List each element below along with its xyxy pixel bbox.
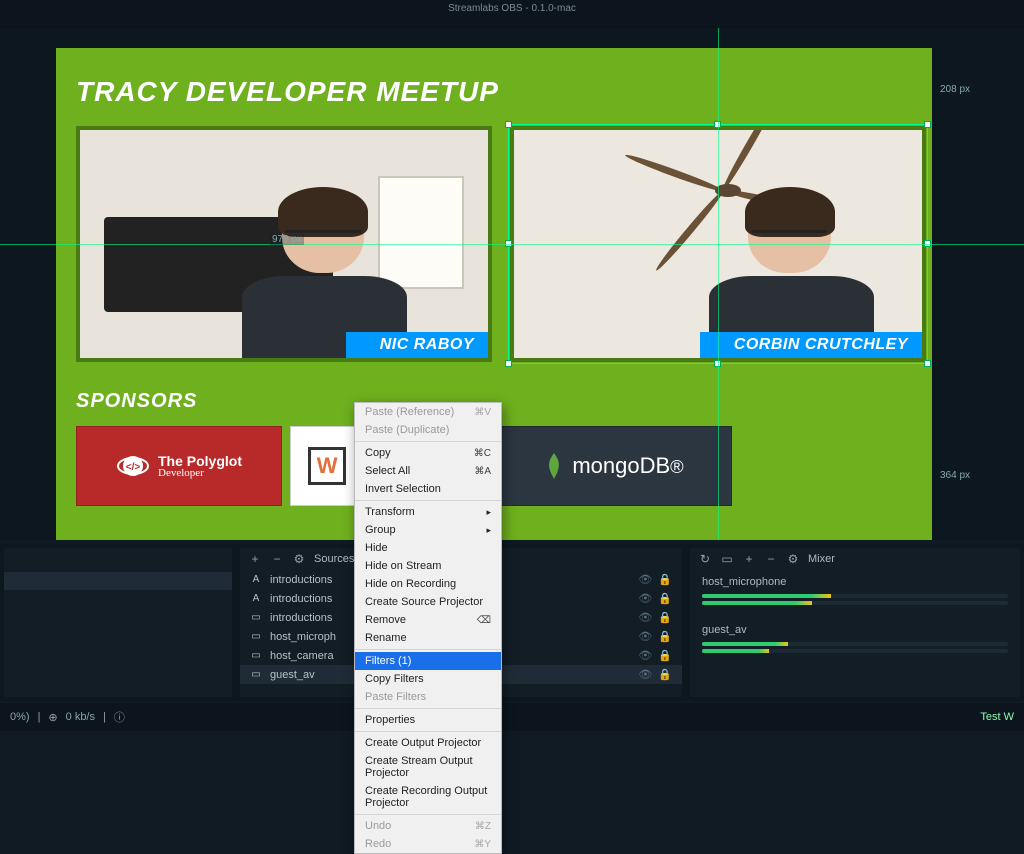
menu-item[interactable]: Group xyxy=(355,521,501,539)
menu-item[interactable]: Rename xyxy=(355,629,501,647)
lock-icon[interactable]: 🔒 xyxy=(658,649,672,662)
visibility-icon[interactable]: 👁 xyxy=(638,630,652,643)
sponsors-heading: SPONSORS xyxy=(76,390,197,413)
menu-item[interactable]: Properties xyxy=(355,711,501,729)
settings-icon[interactable]: ⚙ xyxy=(786,552,800,566)
visibility-icon[interactable]: 👁 xyxy=(638,611,652,624)
menu-item[interactable]: Transform xyxy=(355,503,501,521)
audio-meter xyxy=(702,594,1008,598)
menu-separator xyxy=(355,500,501,501)
name-tag-host: NIC RABOY xyxy=(346,332,488,358)
window-title: Streamlabs OBS - 0.1.0-mac xyxy=(0,0,1024,18)
panel-title: Mixer xyxy=(808,553,835,565)
menu-item: Paste Filters xyxy=(355,688,501,706)
visibility-icon[interactable]: 👁 xyxy=(638,649,652,662)
menu-item[interactable]: Hide on Recording xyxy=(355,575,501,593)
preview-area[interactable]: TRACY DEVELOPER MEETUP NIC RABOY xyxy=(0,28,1024,540)
menu-item: Paste (Reference)⌘V xyxy=(355,403,501,421)
audio-meter xyxy=(702,649,1008,653)
add-button[interactable]: + xyxy=(742,552,756,566)
mixer-track[interactable]: host_microphone xyxy=(690,570,1020,618)
menu-item: Paste (Duplicate) xyxy=(355,421,501,439)
menu-item[interactable]: Invert Selection xyxy=(355,480,501,498)
status-bar: 0%) | ⊕ 0 kb/s | ⓘ Test W xyxy=(0,703,1024,731)
scene-row[interactable] xyxy=(4,572,232,590)
menu-item[interactable]: Copy Filters xyxy=(355,670,501,688)
menu-item[interactable]: Copy⌘C xyxy=(355,444,501,462)
mixer-panel[interactable]: ↻ ▭ + − ⚙ Mixer host_microphone guest_av xyxy=(690,548,1020,697)
panel-title: Sources xyxy=(314,553,354,565)
lock-icon[interactable]: 🔒 xyxy=(658,592,672,605)
menu-separator xyxy=(355,814,501,815)
dimension-label: 208 px xyxy=(938,84,972,95)
status-percent: 0%) xyxy=(10,711,30,723)
mixer-toolbar: ↻ ▭ + − ⚙ Mixer xyxy=(690,548,1020,570)
menu-item[interactable]: Remove⌫ xyxy=(355,611,501,629)
lock-icon[interactable]: 🔒 xyxy=(658,611,672,624)
menu-item[interactable]: Filters (1) xyxy=(355,652,501,670)
lock-icon[interactable]: 🔒 xyxy=(658,573,672,586)
menu-item: Redo⌘Y xyxy=(355,835,501,853)
cycle-icon[interactable]: ↻ xyxy=(698,552,712,566)
menu-item[interactable]: Hide on Stream xyxy=(355,557,501,575)
source-type-icon: ▭ xyxy=(250,631,262,642)
menu-separator xyxy=(355,731,501,732)
visibility-icon[interactable]: 👁 xyxy=(638,592,652,605)
menu-item[interactable]: Create Recording Output Projector xyxy=(355,782,501,812)
audio-meter xyxy=(702,601,1008,605)
remove-source-button[interactable]: − xyxy=(270,552,284,566)
track-label: guest_av xyxy=(702,624,1008,636)
menu-item[interactable]: Select All⌘A xyxy=(355,462,501,480)
wv-logo-icon: W xyxy=(308,447,346,485)
menu-bar[interactable] xyxy=(0,18,1024,28)
name-tag-guest: CORBIN CRUTCHLEY xyxy=(700,332,922,358)
scenes-panel[interactable] xyxy=(4,548,232,697)
source-type-icon: ▭ xyxy=(250,669,262,680)
svg-text:</>: </> xyxy=(126,462,141,473)
bottom-panels: + − ⚙ Sources A introductions 👁🔒A introd… xyxy=(0,544,1024,701)
menu-separator xyxy=(355,649,501,650)
menu-item: Undo⌘Z xyxy=(355,817,501,835)
lock-icon[interactable]: 🔒 xyxy=(658,668,672,681)
menu-item[interactable]: Create Source Projector xyxy=(355,593,501,611)
scene-title: TRACY DEVELOPER MEETUP xyxy=(76,76,499,108)
mixer-track[interactable]: guest_av xyxy=(690,618,1020,666)
menu-item[interactable]: Create Output Projector xyxy=(355,734,501,752)
context-menu[interactable]: Paste (Reference)⌘VPaste (Duplicate) Copy… xyxy=(354,402,502,854)
menu-item[interactable]: Create Stream Output Projector xyxy=(355,752,501,782)
folder-icon[interactable]: ▭ xyxy=(720,552,734,566)
menu-item[interactable]: Hide xyxy=(355,539,501,557)
status-bitrate: 0 kb/s xyxy=(66,711,95,723)
video-feed-guest[interactable]: CORBIN CRUTCHLEY xyxy=(510,126,926,362)
menu-separator xyxy=(355,441,501,442)
polyglot-logo-icon: </> xyxy=(116,449,150,483)
add-source-button[interactable]: + xyxy=(248,552,262,566)
info-icon[interactable]: ⓘ xyxy=(114,709,125,725)
dimension-label: 978 px xyxy=(270,234,304,245)
source-type-icon: A xyxy=(250,593,262,604)
track-label: host_microphone xyxy=(702,576,1008,588)
menu-separator xyxy=(355,708,501,709)
sponsor-mongodb: mongoDB® xyxy=(496,426,732,506)
source-type-icon: A xyxy=(250,574,262,585)
mongodb-leaf-icon xyxy=(544,452,564,480)
visibility-icon[interactable]: 👁 xyxy=(638,573,652,586)
source-type-icon: ▭ xyxy=(250,650,262,661)
dimension-label: 364 px xyxy=(938,470,972,481)
bitrate-icon: ⊕ xyxy=(48,711,57,724)
status-right[interactable]: Test W xyxy=(980,711,1014,723)
remove-button[interactable]: − xyxy=(764,552,778,566)
sponsor-polyglot: </> The PolyglotDeveloper xyxy=(76,426,282,506)
audio-meter xyxy=(702,642,1008,646)
source-type-icon: ▭ xyxy=(250,612,262,623)
visibility-icon[interactable]: 👁 xyxy=(638,668,652,681)
lock-icon[interactable]: 🔒 xyxy=(658,630,672,643)
settings-icon[interactable]: ⚙ xyxy=(292,552,306,566)
